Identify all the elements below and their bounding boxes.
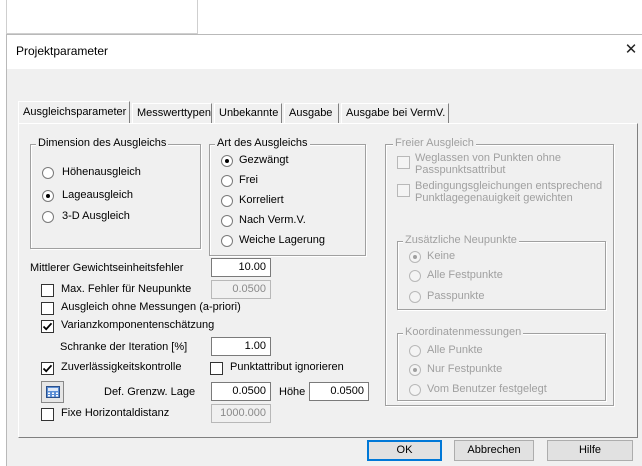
schranke-input[interactable]: 1.00 — [211, 337, 271, 356]
bedingungsgleichungen-checkbox[interactable] — [397, 184, 410, 197]
grenzw-hoehe-input[interactable]: 0.0500 — [309, 382, 369, 401]
radio-alle-punkte[interactable] — [409, 345, 421, 357]
checkmark-icon — [42, 322, 53, 331]
radio-korreliert-label: Korreliert — [239, 194, 284, 206]
radio-passpunkte-label: Passpunkte — [427, 290, 485, 302]
tab-ausgabe-bei-vermv[interactable]: Ausgabe bei VermV. — [341, 103, 449, 123]
bedingungsgleichungen-label-line2: Punktlagegenauigkeit gewichten — [415, 192, 573, 204]
radio-nach-vermv[interactable] — [221, 215, 233, 227]
dialog-title: Projektparameter — [16, 44, 109, 58]
weglassen-label-line1: Weglassen von Punkten ohne — [415, 152, 561, 164]
radio-alle-festpunkte[interactable] — [409, 270, 421, 282]
tab-ausgleichsparameter[interactable]: Ausgleichsparameter — [18, 101, 130, 124]
zuverlaessigkeit-checkbox[interactable] — [41, 362, 54, 375]
radio-vom-benutzer[interactable] — [409, 384, 421, 396]
cancel-button[interactable]: Abbrechen — [454, 440, 534, 461]
punktattribut-label: Punktattribut ignorieren — [230, 361, 344, 373]
radio-3d-ausgleich[interactable] — [42, 211, 54, 223]
radio-passpunkte[interactable] — [409, 291, 421, 303]
bedingungsgleichungen-label: Bedingungsgleichungen entsprechend Punktl… — [415, 180, 602, 204]
radio-frei[interactable] — [221, 175, 233, 187]
checkmark-icon — [42, 364, 53, 373]
weglassen-label-line2: Passpunktsattribut — [415, 164, 506, 176]
fixe-horizontaldistanz-checkbox[interactable] — [41, 408, 54, 421]
radio-alle-festpunkte-label: Alle Festpunkte — [427, 269, 503, 281]
radio-keine-label: Keine — [427, 250, 456, 262]
radio-weiche-lagerung-label: Weiche Lagerung — [239, 234, 326, 246]
koordinatenmessungen-label: Koordinatenmessungen — [403, 326, 524, 338]
radio-frei-label: Frei — [239, 174, 258, 186]
calculator-button[interactable] — [41, 381, 64, 403]
grenzw-lage-input[interactable]: 0.0500 — [211, 382, 271, 401]
radio-nach-vermv-label: Nach Verm.V. — [239, 214, 306, 226]
fixe-horizontaldistanz-input[interactable]: 1000.000 — [211, 404, 271, 423]
hoehe-label: Höhe — [279, 386, 306, 398]
radio-hoehenausgleich-label: Höhenausgleich — [62, 166, 141, 178]
radio-nur-festpunkte-label: Nur Festpunkte — [427, 363, 503, 375]
calculator-icon — [46, 386, 60, 398]
tab-unbekannte[interactable]: Unbekannte — [214, 103, 282, 123]
ok-button[interactable]: OK — [367, 440, 442, 461]
schranke-label: Schranke der Iteration [%] — [60, 341, 188, 353]
radio-vom-benutzer-label: Vom Benutzer festgelegt — [427, 383, 547, 395]
radio-lageausgleich[interactable] — [42, 190, 54, 202]
gewichtseinheitsfehler-input[interactable]: 10.00 — [211, 258, 271, 277]
ohne-messungen-checkbox[interactable] — [41, 302, 54, 315]
radio-keine[interactable] — [409, 251, 421, 263]
radio-gezwaengt[interactable] — [221, 155, 233, 167]
zusaetzliche-neupunkte-label: Zusätzliche Neupunkte — [403, 234, 519, 246]
tab-messwerttypen[interactable]: Messwerttypen — [132, 103, 212, 123]
radio-weiche-lagerung[interactable] — [221, 235, 233, 247]
maxfehler-label: Max. Fehler für Neupunkte — [61, 283, 192, 295]
maxfehler-input[interactable]: 0.0500 — [211, 280, 271, 299]
art-group-label: Art des Ausgleichs — [215, 137, 310, 149]
radio-korreliert[interactable] — [221, 195, 233, 207]
varianz-label: Varianzkomponentenschätzung — [61, 319, 215, 331]
radio-3d-ausgleich-label: 3-D Ausgleich — [62, 210, 130, 222]
weglassen-checkbox[interactable] — [397, 156, 410, 169]
background-input-box — [6, 0, 198, 34]
radio-hoehenausgleich[interactable] — [42, 167, 54, 179]
radio-alle-punkte-label: Alle Punkte — [427, 344, 483, 356]
gewichtseinheitsfehler-label: Mittlerer Gewichtseinheitsfehler — [30, 262, 184, 274]
varianz-checkbox[interactable] — [41, 320, 54, 333]
radio-nur-festpunkte[interactable] — [409, 364, 421, 376]
tab-ausgabe[interactable]: Ausgabe — [284, 103, 339, 123]
close-icon[interactable]: ✕ — [620, 40, 642, 62]
bedingungsgleichungen-label-line1: Bedingungsgleichungen entsprechend — [415, 180, 603, 192]
freier-ausgleich-label: Freier Ausgleich — [393, 137, 476, 149]
fixe-horizontaldistanz-label: Fixe Horizontaldistanz — [61, 407, 170, 419]
zuverlaessigkeit-label: Zuverlässigkeitskontrolle — [61, 361, 182, 373]
dimension-group-label: Dimension des Ausgleichs — [36, 137, 169, 149]
ohne-messungen-label: Ausgleich ohne Messungen (a-priori) — [61, 301, 241, 313]
punktattribut-checkbox[interactable] — [210, 362, 223, 375]
radio-lageausgleich-label: Lageausgleich — [62, 189, 133, 201]
maxfehler-checkbox[interactable] — [41, 284, 54, 297]
help-button[interactable]: Hilfe — [547, 440, 633, 461]
weglassen-label: Weglassen von Punkten ohne Passpunktsattr… — [415, 152, 561, 176]
grenzw-lage-label: Def. Grenzw. Lage — [104, 386, 196, 398]
radio-gezwaengt-label: Gezwängt — [239, 154, 289, 166]
